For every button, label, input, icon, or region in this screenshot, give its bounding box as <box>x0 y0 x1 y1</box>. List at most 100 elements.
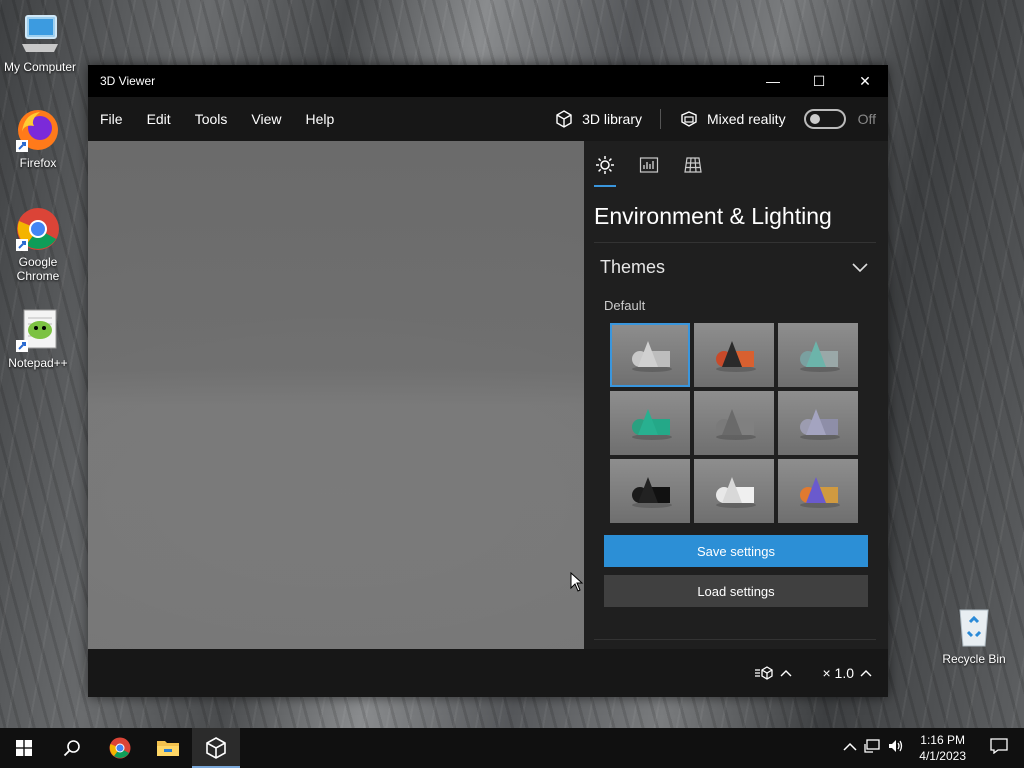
animation-menu-button[interactable] <box>748 665 798 681</box>
volume-icon[interactable] <box>887 738 905 759</box>
speed-button[interactable]: × 1.0 <box>816 665 878 681</box>
desktop-icon-notepadpp[interactable]: Notepad++ <box>0 306 78 370</box>
theme-tile-lavender[interactable] <box>778 391 858 455</box>
theme-tile-white[interactable] <box>610 323 690 387</box>
theme-preview-icon <box>716 477 756 508</box>
search-button[interactable] <box>48 728 96 768</box>
theme-grid <box>584 313 888 523</box>
notepadpp-icon <box>14 306 62 354</box>
mouse-cursor-icon <box>570 572 584 592</box>
minimize-button[interactable]: — <box>750 65 796 97</box>
firefox-icon <box>14 106 62 154</box>
theme-preview-icon <box>800 477 840 508</box>
theme-tile-warm[interactable] <box>694 323 774 387</box>
maximize-icon: ☐ <box>812 72 826 89</box>
mixed-reality-icon <box>681 111 697 127</box>
notification-icon[interactable] <box>980 737 1018 759</box>
clock[interactable]: 1:16 PM 4/1/2023 <box>911 732 974 764</box>
desktop-icon-label: Google Chrome <box>16 255 60 283</box>
cube-icon <box>556 110 572 128</box>
3d-library-button[interactable]: 3D library <box>544 109 652 129</box>
chrome-icon <box>109 737 131 759</box>
window-title: 3D Viewer <box>100 74 156 88</box>
speed-label: × 1.0 <box>822 665 854 681</box>
theme-preview-icon <box>716 409 756 440</box>
desktop-icon-recycle-bin[interactable]: Recycle Bin <box>934 602 1014 666</box>
clock-date: 4/1/2023 <box>919 749 966 763</box>
computer-icon <box>16 10 64 58</box>
animation-cube-icon <box>755 666 774 680</box>
chevron-up-icon <box>780 670 792 677</box>
separator <box>659 109 661 129</box>
theme-tile-bright[interactable] <box>694 459 774 523</box>
desktop-icon-label: My Computer <box>3 60 77 74</box>
theme-tile-teal[interactable] <box>610 391 690 455</box>
chevron-down-icon <box>852 262 868 272</box>
grid-icon <box>684 157 702 173</box>
themes-section-header[interactable]: Themes <box>584 243 888 278</box>
theme-tile-teal-grey[interactable] <box>778 323 858 387</box>
menu-view[interactable]: View <box>239 111 293 127</box>
desktop-icon-label: Firefox <box>19 156 57 170</box>
menu-bar: File Edit Tools View Help 3D library Mix… <box>88 97 888 141</box>
3d-library-label: 3D library <box>582 111 642 127</box>
folder-icon <box>157 741 179 756</box>
theme-preview-icon <box>632 477 672 508</box>
close-button[interactable]: ✕ <box>842 65 888 97</box>
theme-preview-icon <box>800 341 840 372</box>
taskbar-3d-viewer[interactable] <box>192 728 240 768</box>
menu-tools[interactable]: Tools <box>183 111 240 127</box>
app-window-3d-viewer: 3D Viewer — ☐ ✕ File Edit Tools View Hel… <box>88 65 888 697</box>
toggle-state-label: Off <box>857 111 876 127</box>
sun-icon <box>596 156 614 174</box>
tab-grid[interactable] <box>682 155 704 187</box>
title-bar: 3D Viewer — ☐ ✕ <box>88 65 888 97</box>
desktop-icon-label: Recycle Bin <box>942 652 1006 666</box>
taskbar-chrome[interactable] <box>96 728 144 768</box>
panel-tabs <box>584 141 888 187</box>
windows-logo-icon <box>16 740 32 756</box>
save-settings-button[interactable]: Save settings <box>604 535 868 567</box>
chrome-icon <box>14 205 62 253</box>
tab-environment-lighting[interactable] <box>594 155 616 187</box>
theme-preview-icon <box>716 341 756 372</box>
theme-preview-icon <box>800 409 840 440</box>
close-icon: ✕ <box>859 72 871 89</box>
menu-help[interactable]: Help <box>293 111 346 127</box>
cube-icon <box>206 737 226 759</box>
desktop-icon-chrome[interactable]: Google Chrome <box>0 205 78 283</box>
menu-file[interactable]: File <box>88 111 135 127</box>
default-themes-label: Default <box>604 298 646 313</box>
taskbar: 1:16 PM 4/1/2023 <box>0 728 1024 768</box>
theme-tile-grey[interactable] <box>694 391 774 455</box>
mixed-reality-toggle[interactable] <box>803 109 846 129</box>
panel-title: Environment & Lighting <box>594 203 832 229</box>
search-icon <box>63 740 80 757</box>
recycle-bin-icon <box>950 602 998 650</box>
load-settings-button[interactable]: Load settings <box>604 575 868 607</box>
minimize-icon: — <box>766 73 780 89</box>
maximize-button[interactable]: ☐ <box>796 65 842 97</box>
desktop-icon-my-computer[interactable]: My Computer <box>0 10 80 74</box>
show-hidden-icons-chevron-icon[interactable] <box>843 739 857 757</box>
theme-preview-icon <box>632 341 672 372</box>
menu-edit[interactable]: Edit <box>135 111 183 127</box>
side-panel: Environment & Lighting Themes Default Sa… <box>584 141 888 649</box>
clock-time: 1:16 PM <box>920 733 965 747</box>
network-icon[interactable] <box>863 738 881 759</box>
theme-tile-black[interactable] <box>610 459 690 523</box>
desktop-icon-firefox[interactable]: Firefox <box>0 106 78 170</box>
3d-viewport[interactable] <box>88 141 584 649</box>
themes-label: Themes <box>600 257 666 277</box>
mixed-reality-label: Mixed reality <box>706 111 786 127</box>
divider <box>594 639 876 640</box>
taskbar-file-explorer[interactable] <box>144 728 192 768</box>
theme-preview-icon <box>632 409 672 440</box>
status-bar: × 1.0 <box>88 649 888 697</box>
tab-stats[interactable] <box>638 155 660 187</box>
system-tray: 1:16 PM 4/1/2023 <box>843 728 1024 768</box>
start-button[interactable] <box>0 728 48 768</box>
mixed-reality-button[interactable]: Mixed reality <box>669 109 796 129</box>
theme-tile-multicolor[interactable] <box>778 459 858 523</box>
stats-icon <box>639 157 659 173</box>
